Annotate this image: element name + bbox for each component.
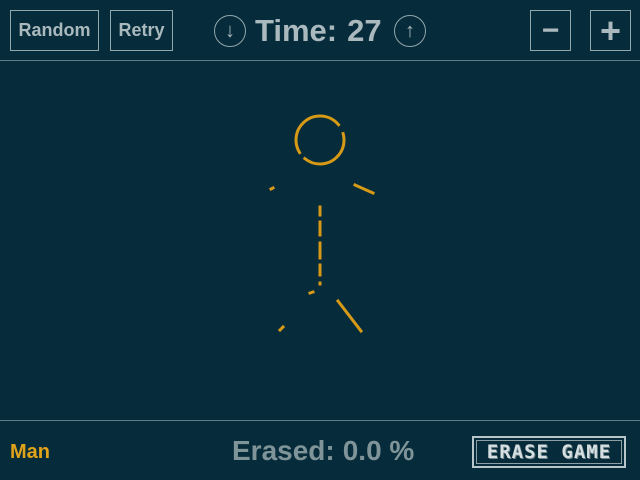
erase-game-logo: ERASE GAME [472,436,626,468]
zoom-in-button[interactable]: + [590,10,631,51]
arrow-up-icon: ↑ [405,20,415,42]
stick-figure-icon[interactable] [0,62,640,420]
minus-icon: − [541,13,560,47]
erased-label: Erased: [232,435,335,466]
retry-button[interactable]: Retry [110,10,173,51]
erased-value: 0.0 % [342,435,415,466]
drawing-stage[interactable] [0,62,640,420]
figure-left-arm [268,185,276,192]
shape-name: Man [10,441,50,463]
erased-readout: Erased: 0.0 % [232,435,414,467]
arrow-down-icon: ↓ [225,20,235,42]
time-label: Time: [255,13,338,48]
figure-head [294,114,346,166]
game-window: Random Retry ↓ Time: 27 ↑ − + Man Erased… [0,0,640,480]
plus-icon: + [599,9,622,51]
figure-left-leg [277,290,315,333]
figure-right-leg [335,298,364,334]
zoom-out-button[interactable]: − [530,10,571,51]
status-bar: Man Erased: 0.0 % ERASE GAME [0,420,640,480]
time-value: 27 [347,13,382,48]
time-display: Time: 27 [255,11,382,51]
time-decrease-button[interactable]: ↓ [214,15,246,47]
time-increase-button[interactable]: ↑ [394,15,426,47]
random-button[interactable]: Random [10,10,99,51]
figure-right-arm [353,183,375,195]
top-toolbar: Random Retry ↓ Time: 27 ↑ − + [0,0,640,61]
